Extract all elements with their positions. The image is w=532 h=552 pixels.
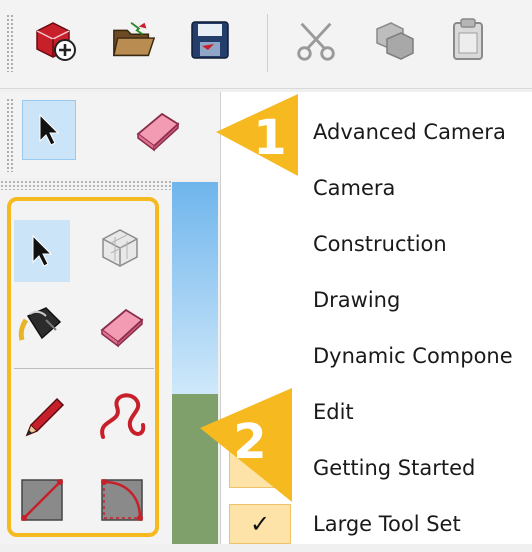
freehand-curve-icon xyxy=(100,393,146,439)
eraser-icon xyxy=(100,308,144,348)
toolbar-separator xyxy=(267,14,268,72)
line-square-icon xyxy=(21,479,63,521)
open-button[interactable] xyxy=(110,14,158,66)
menu-item-drawing[interactable]: Drawing xyxy=(221,272,532,328)
toolbar-grip[interactable] xyxy=(0,180,172,190)
save-disk-icon xyxy=(191,21,229,59)
standard-toolbar xyxy=(0,0,532,89)
eraser-icon xyxy=(136,112,180,152)
menu-item-label: Advanced Camera xyxy=(313,120,506,144)
toolbar-grip[interactable] xyxy=(6,98,14,172)
menu-item-label: Construction xyxy=(313,232,447,256)
principal-toolbar xyxy=(0,92,228,178)
copy-icon xyxy=(376,22,414,60)
callout-number-1: 1 xyxy=(253,110,287,166)
arc-square-icon xyxy=(101,479,143,521)
checkmark-box: ✓ xyxy=(229,504,291,544)
menu-item-label: Dynamic Compone xyxy=(313,344,513,368)
sky-area xyxy=(172,182,218,394)
arc-tool-button[interactable] xyxy=(92,470,152,530)
arrow-cursor-icon xyxy=(32,234,53,267)
menu-item-label: Drawing xyxy=(313,288,401,312)
open-folder-icon xyxy=(112,21,156,57)
cut-scissors-icon xyxy=(297,22,335,61)
menu-item-label: Edit xyxy=(313,400,354,424)
new-model-button[interactable] xyxy=(32,14,80,66)
save-button[interactable] xyxy=(186,14,234,66)
menu-item-label: Getting Started xyxy=(313,456,476,480)
pencil-tool-button[interactable] xyxy=(14,388,74,448)
copy-button[interactable] xyxy=(370,14,418,66)
tool-group-divider xyxy=(14,368,154,369)
new-model-icon xyxy=(36,22,76,61)
check-icon: ✓ xyxy=(249,510,271,538)
paint-bucket-button[interactable] xyxy=(12,296,72,356)
toolbar-grip[interactable] xyxy=(6,14,14,72)
make-component-button[interactable] xyxy=(90,218,150,278)
paint-bucket-icon xyxy=(18,307,62,341)
menu-item-dynamic-components[interactable]: Dynamic Compone xyxy=(221,328,532,384)
cut-button[interactable] xyxy=(292,14,340,66)
component-cube-icon xyxy=(102,229,138,267)
menu-item-construction[interactable]: Construction xyxy=(221,216,532,272)
menu-item-label: Camera xyxy=(313,176,396,200)
pencil-icon xyxy=(25,397,65,437)
eraser-tool-button[interactable] xyxy=(92,296,152,356)
freehand-tool-button[interactable] xyxy=(92,388,152,448)
callout-number-2: 2 xyxy=(233,414,267,470)
select-tool-button[interactable] xyxy=(14,220,70,282)
arrow-cursor-icon xyxy=(39,113,60,146)
eraser-tool-button[interactable] xyxy=(128,100,188,160)
line-tool-button[interactable] xyxy=(12,470,72,530)
paste-button[interactable] xyxy=(444,14,492,66)
select-tool-button[interactable] xyxy=(22,100,76,160)
paste-icon xyxy=(453,18,483,60)
